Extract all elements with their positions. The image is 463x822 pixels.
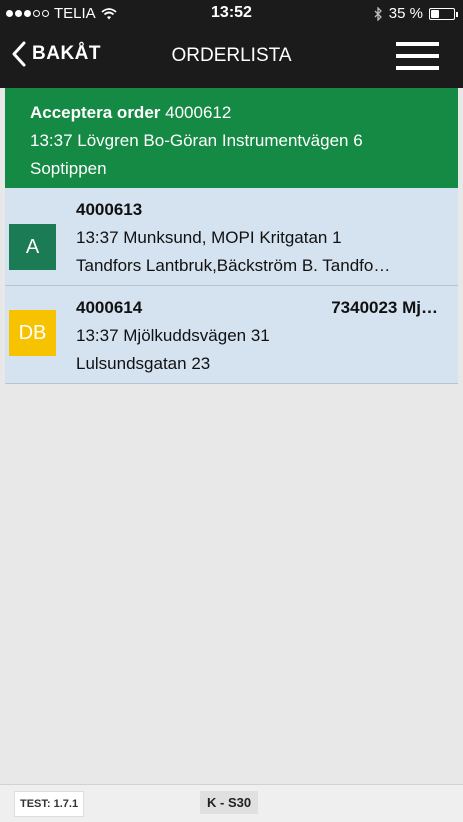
- back-button[interactable]: BAKÅT: [12, 41, 101, 67]
- version-label: TEST: 1.7.1: [14, 791, 85, 817]
- order-number: 4000614: [76, 298, 143, 317]
- accept-order-card[interactable]: Acceptera order 4000612 13:37 Lövgren Bo…: [5, 88, 458, 188]
- order-details: 4000613 13:37 Munksund, MOPI Kritgatan 1…: [76, 196, 390, 280]
- nav-bar: BAKÅT ORDERLISTA: [0, 26, 463, 88]
- order-line3: Tandfors Lantbruk,Bäckström B. Tandfo…: [76, 256, 391, 275]
- order-list: Acceptera order 4000612 13:37 Lövgren Bo…: [0, 88, 463, 384]
- order-reference: 7340023 Mj…: [331, 298, 438, 317]
- accept-order-line2: 13:37 Lövgren Bo-Göran Instrumentvägen 6: [30, 131, 363, 150]
- bluetooth-icon: [374, 6, 382, 21]
- order-line2: 13:37 Munksund, MOPI Kritgatan 1: [76, 228, 342, 247]
- accept-order-label: Acceptera order: [30, 103, 161, 122]
- footer-bar: TEST: 1.7.1 K - S30: [0, 784, 463, 822]
- order-number: 4000613: [76, 200, 143, 219]
- hamburger-menu-icon[interactable]: [396, 42, 439, 70]
- order-row[interactable]: A 4000613 13:37 Munksund, MOPI Kritgatan…: [5, 188, 458, 286]
- status-right: 35 %: [374, 5, 458, 22]
- status-bar: TELIA 13:52 35 %: [0, 0, 463, 26]
- order-line3: Lulsundsgatan 23: [76, 354, 211, 373]
- battery-percent: 35 %: [388, 5, 423, 22]
- order-line2: 13:37 Mjölkuddsvägen 31: [76, 326, 270, 345]
- accept-order-line3: Soptippen: [30, 159, 107, 178]
- accept-order-number: 4000612: [165, 103, 232, 122]
- order-type-badge: A: [9, 224, 56, 270]
- battery-level: [431, 9, 439, 18]
- accept-order-heading: Acceptera order 4000612: [30, 99, 458, 127]
- vehicle-label: K - S30: [200, 791, 259, 814]
- order-row[interactable]: DB 4000614 13:37 Mjölkuddsvägen 31 Lulsu…: [5, 286, 458, 384]
- chevron-left-icon: [12, 41, 26, 67]
- battery-icon: [429, 7, 458, 20]
- order-type-badge: DB: [9, 310, 56, 356]
- order-details: 4000614 13:37 Mjölkuddsvägen 31 Lulsunds…: [76, 294, 270, 378]
- back-label: BAKÅT: [32, 43, 101, 64]
